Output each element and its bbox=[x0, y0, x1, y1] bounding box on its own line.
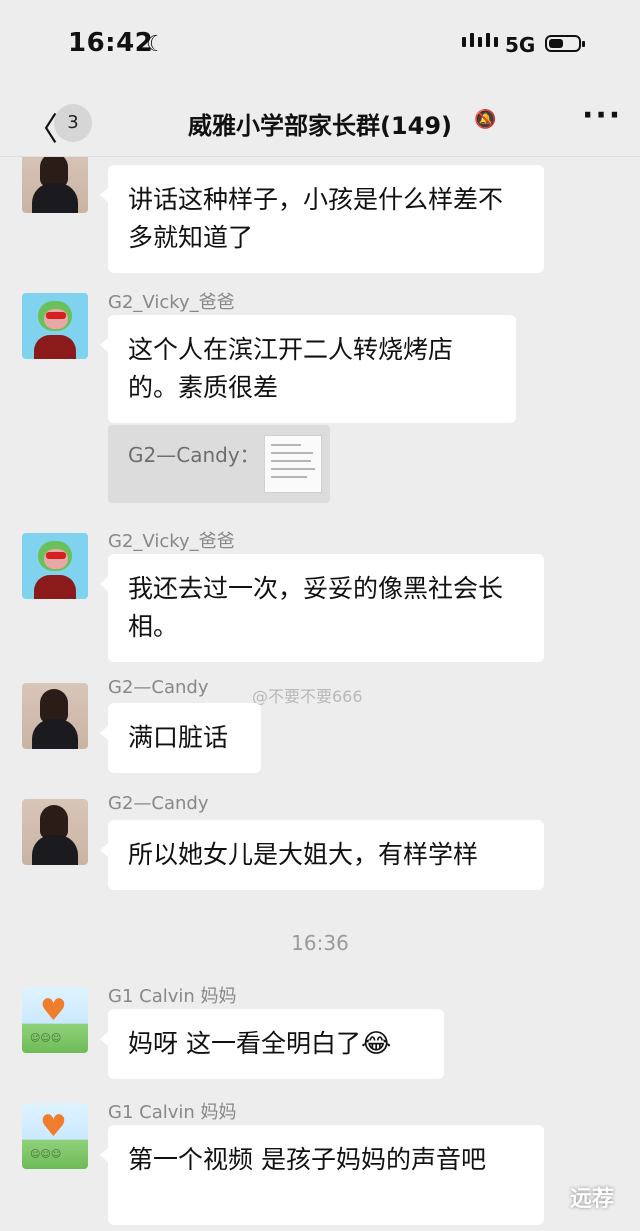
network-type: 5G bbox=[505, 33, 536, 57]
time-separator: 16:36 bbox=[291, 931, 349, 955]
message-bubble[interactable]: 我还去过一次，妥妥的像黑社会长相。 bbox=[100, 554, 544, 662]
message-bubble[interactable]: 所以她女儿是大姐大，有样学样 bbox=[100, 820, 544, 890]
chat-title: 威雅小学部家长群(149) bbox=[187, 112, 453, 140]
avatar[interactable]: ♥ ☺☺☺ bbox=[22, 1103, 88, 1169]
sender-name: G2_Vicky_爸爸 bbox=[108, 531, 235, 552]
avatar[interactable] bbox=[22, 293, 88, 359]
quoted-message[interactable]: G2—Candy： bbox=[108, 425, 330, 503]
avatar[interactable]: ♥ ☺☺☺ bbox=[22, 987, 88, 1053]
laughing-emoji-icon: 😂 bbox=[360, 1029, 392, 1059]
mute-bell-icon: 🔕 bbox=[474, 109, 497, 130]
avatar[interactable] bbox=[22, 799, 88, 865]
message-bubble[interactable]: 这个人在滨江开二人转烧烤店的。素质很差 bbox=[100, 315, 516, 423]
moon-icon: ☾ bbox=[146, 32, 166, 57]
heart-balloon-icon: ♥ bbox=[40, 993, 67, 1028]
sender-name: G2—Candy bbox=[108, 793, 209, 814]
quote-sender: G2—Candy： bbox=[128, 443, 260, 467]
quote-thumbnail-icon bbox=[264, 435, 322, 493]
message-bubble[interactable]: 妈呀 这一看全明白了😂 bbox=[100, 1009, 444, 1079]
signal-icon bbox=[462, 33, 498, 47]
status-bar: 16:42 ☾ 5G bbox=[0, 0, 640, 90]
avatar[interactable] bbox=[22, 157, 88, 213]
message-bubble[interactable]: 第一个视频 是孩子妈妈的声音吧 bbox=[100, 1125, 544, 1225]
status-time: 16:42 bbox=[68, 28, 154, 58]
sender-name: G1 Calvin 妈妈 bbox=[108, 986, 237, 1007]
sender-name: G2—Candy bbox=[108, 677, 209, 698]
message-bubble[interactable]: 讲话这种样子，小孩是什么样差不多就知道了 bbox=[100, 165, 544, 273]
message-list[interactable]: 讲话这种样子，小孩是什么样差不多就知道了 G2_Vicky_爸爸 这个人在滨江开… bbox=[0, 157, 640, 1231]
chat-header: 〈 3 威雅小学部家长群(149) 🔕 ··· bbox=[0, 90, 640, 157]
avatar[interactable] bbox=[22, 533, 88, 599]
battery-icon bbox=[545, 35, 585, 52]
sender-name: G1 Calvin 妈妈 bbox=[108, 1102, 237, 1123]
watermark: @不要不要666 bbox=[252, 687, 363, 706]
avatar[interactable] bbox=[22, 683, 88, 749]
message-bubble[interactable]: 满口脏话 bbox=[100, 703, 261, 773]
more-icon[interactable]: ··· bbox=[582, 98, 622, 133]
message-text: 妈呀 这一看全明白了 bbox=[128, 1029, 361, 1058]
sender-name: G2_Vicky_爸爸 bbox=[108, 292, 235, 313]
heart-balloon-icon: ♥ bbox=[40, 1109, 67, 1144]
corner-watermark: 远荐 bbox=[570, 1187, 615, 1212]
